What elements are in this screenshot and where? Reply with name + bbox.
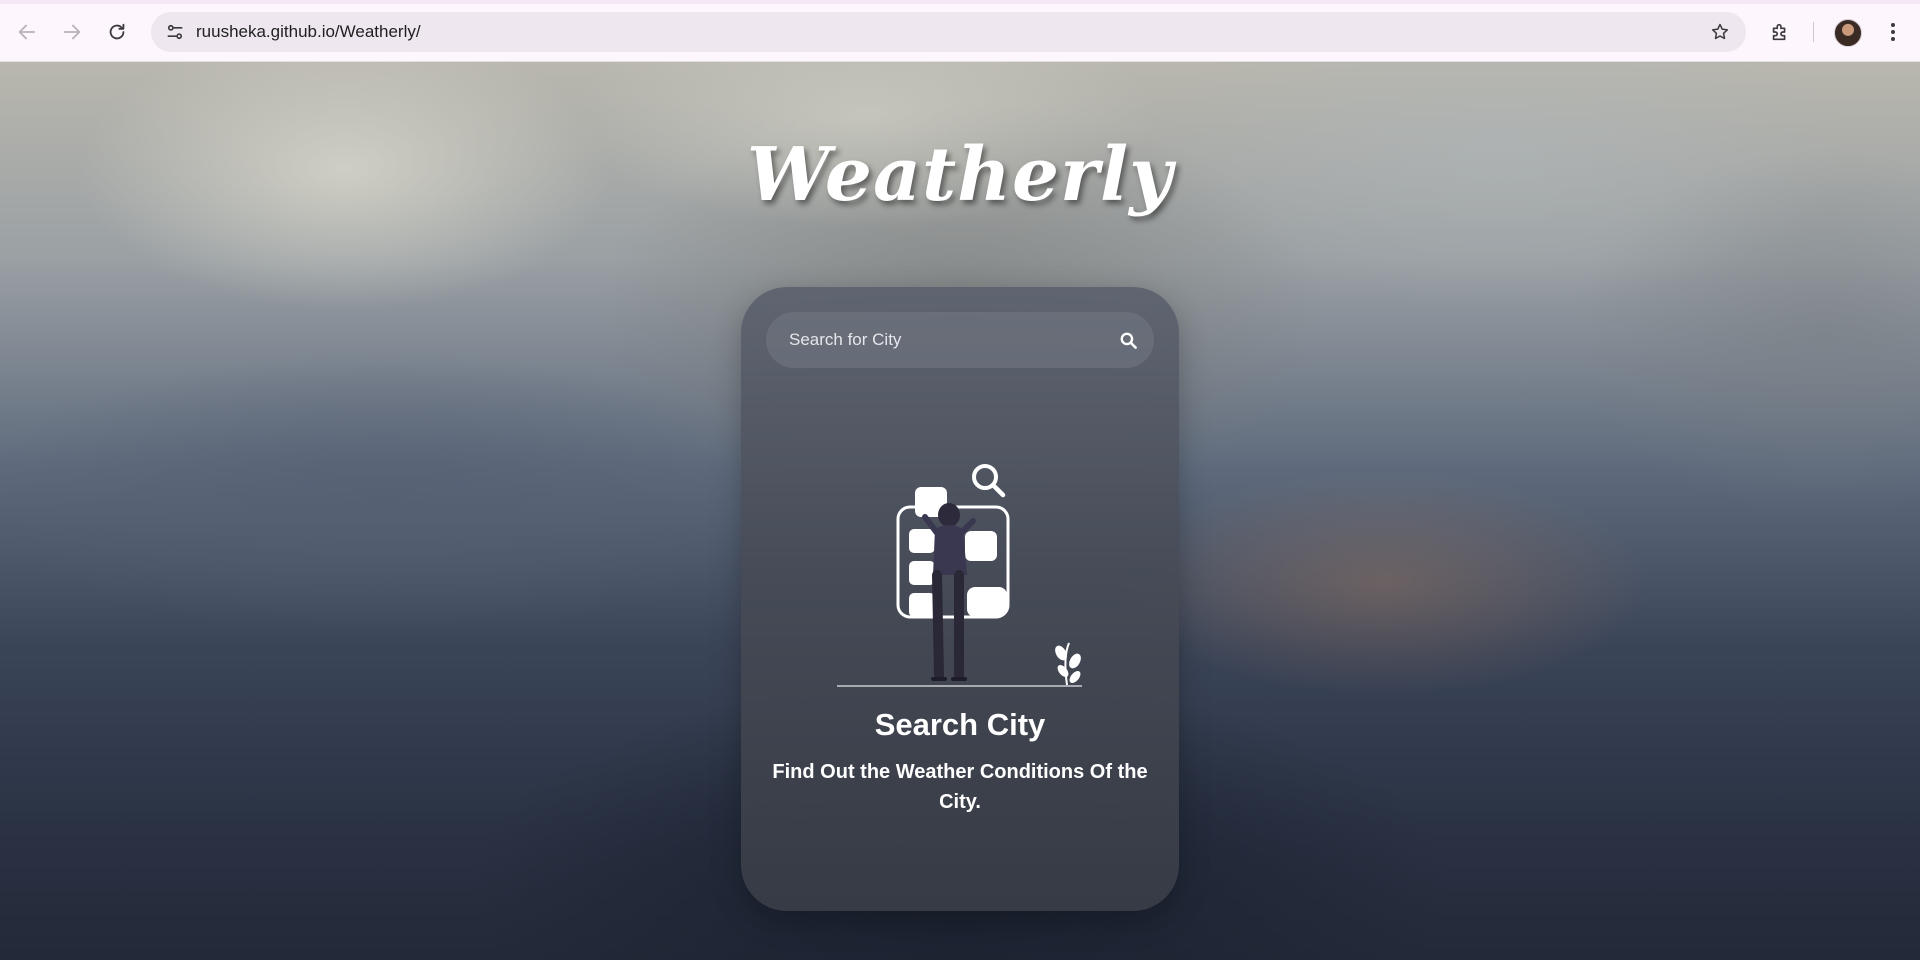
tune-icon (167, 24, 183, 40)
tab-strip (0, 0, 1920, 4)
address-bar[interactable]: ruusheka.github.io/Weatherly/ (151, 12, 1746, 52)
star-icon (1711, 23, 1729, 40)
back-button[interactable] (8, 13, 46, 51)
app-logo: Weatherly (746, 132, 1174, 218)
browser-menu-button[interactable] (1878, 16, 1908, 48)
empty-state-subtitle: Find Out the Weather Conditions Of the C… (772, 761, 1148, 813)
browser-toolbar: ruusheka.github.io/Weatherly/ (0, 0, 1920, 62)
weather-card: Search City Find Out the Weather Conditi… (741, 287, 1179, 911)
url-text[interactable]: ruusheka.github.io/Weatherly/ (196, 12, 421, 52)
arrow-left-icon (18, 24, 36, 40)
site-info-button[interactable] (161, 18, 189, 46)
search-input[interactable] (766, 312, 1096, 368)
search-button[interactable] (1116, 328, 1140, 352)
extensions-button[interactable] (1762, 14, 1798, 50)
search-bar (766, 312, 1154, 368)
search-icon (1120, 332, 1137, 349)
page-background: Weatherly Search for City Search City Fi… (0, 62, 1920, 960)
avatar[interactable] (1834, 19, 1862, 47)
person-searching-illustration (837, 464, 1082, 687)
arrow-right-icon (63, 24, 81, 40)
bookmark-button[interactable] (1706, 18, 1734, 46)
toolbar-divider (1813, 22, 1814, 42)
forward-button[interactable] (53, 13, 91, 51)
reload-icon (109, 23, 125, 40)
empty-state-title: Search City (874, 707, 1046, 742)
puzzle-icon (1772, 23, 1786, 41)
kebab-menu-icon (1891, 23, 1895, 41)
reload-button[interactable] (98, 13, 136, 51)
